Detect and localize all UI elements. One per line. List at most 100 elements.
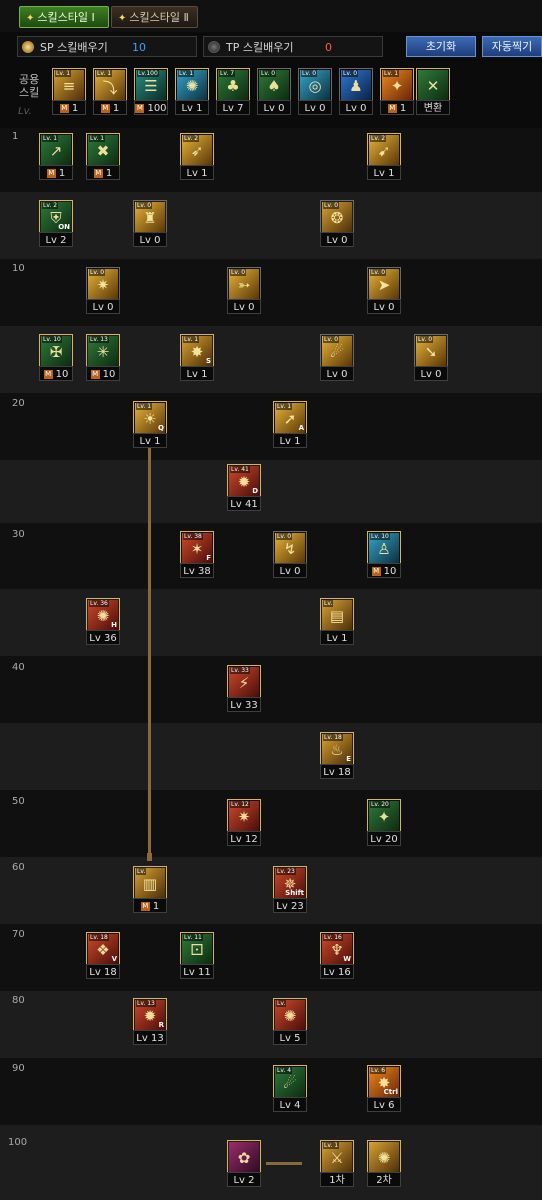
tp-points-value: 0 (325, 41, 332, 54)
level-row-band (0, 1058, 542, 1125)
skill-1[interactable]: ✖ Lv. 1 (86, 133, 120, 167)
reset-button[interactable]: 초기화 (406, 36, 476, 57)
skill-36[interactable]: ✿ (227, 1140, 261, 1174)
skill-level-caption: 변환 (416, 100, 450, 115)
skill-9[interactable]: ➤ Lv. 0 (367, 267, 401, 301)
sp-skill-learn-toggle[interactable]: SP 스킬배우기 10 (17, 36, 197, 57)
skill-10[interactable]: ✠ Lv. 10 (39, 334, 73, 368)
skill-level-caption: Lv 0 (257, 100, 291, 115)
skill-required-level: Lv. 1 (136, 403, 153, 410)
common-skill-3[interactable]: ✺ Lv. 1 (175, 68, 209, 102)
skill-glyph-icon: ✦ (377, 808, 391, 826)
common-skill-8[interactable]: ✦ Lv. 1 (380, 68, 414, 102)
skill-hotkey: H (111, 621, 117, 629)
skill-8[interactable]: ➳ Lv. 0 (227, 267, 261, 301)
skill-35[interactable]: ✸ Lv. 6 Ctrl (367, 1065, 401, 1099)
common-skill-2[interactable]: ☰ Lv.100 (134, 68, 168, 102)
level-row-band (0, 259, 542, 326)
skill-level-caption: Lv 0 (414, 366, 448, 381)
skill-hotkey: Shift (285, 889, 304, 897)
common-skill-7[interactable]: ♟ Lv. 0 (339, 68, 373, 102)
skill-0[interactable]: ↗ Lv. 1 (39, 133, 73, 167)
skill-hotkey: E (346, 755, 351, 763)
common-skill-9[interactable]: ✕ (416, 68, 450, 102)
common-skill-0[interactable]: ≡ Lv. 1 (52, 68, 86, 102)
skill-7[interactable]: ✷ Lv. 0 (86, 267, 120, 301)
common-skill-4[interactable]: ♣ Lv. 7 (216, 68, 250, 102)
skill-required-level: Lv. 0 (260, 70, 277, 77)
skill-3[interactable]: ➹ Lv. 2 (367, 133, 401, 167)
skill-15[interactable]: ☀ Lv. 1Q (133, 401, 167, 435)
skill-glyph-icon: ♟ (349, 77, 363, 95)
skill-14[interactable]: ➘ Lv. 0 (414, 334, 448, 368)
skill-level-caption: 1차 (320, 1172, 354, 1187)
skill-34[interactable]: ☄ Lv. 4 (273, 1065, 307, 1099)
skill-25[interactable]: ✷ Lv. 12 (227, 799, 261, 833)
tab-skill-style-2[interactable]: ✦ 스킬스타일 Ⅱ (111, 6, 198, 28)
skill-5[interactable]: ♜ Lv. 0 (133, 200, 167, 234)
skill-glyph-icon: ✺ (377, 1149, 391, 1167)
skill-19[interactable]: ↯ Lv. 0 (273, 531, 307, 565)
tab-label: 스킬스타일 Ⅱ (129, 11, 189, 24)
skill-11[interactable]: ✳ Lv. 13 (86, 334, 120, 368)
skill-12[interactable]: ✸ Lv. 1S (180, 334, 214, 368)
skill-glyph-icon: ✳ (96, 343, 110, 361)
skill-6[interactable]: ❂ Lv. 0 (320, 200, 354, 234)
skill-required-level: Lv. 6 (370, 1067, 387, 1074)
skill-required-level: Lv. 1 (55, 70, 72, 77)
skill-level-caption: Lv 18 (86, 964, 120, 979)
skill-17[interactable]: ✹ Lv. 41 D (227, 464, 261, 498)
skill-24[interactable]: ♨ Lv. 18 E (320, 732, 354, 766)
skill-required-level: Lv. 0 (323, 202, 340, 209)
skill-30[interactable]: ⚀ Lv. 11 (180, 932, 214, 966)
skill-level-caption: Lv 36 (86, 630, 120, 645)
level-row-band (0, 192, 542, 259)
common-skill-6[interactable]: ◎ Lv. 0 (298, 68, 332, 102)
skill-23[interactable]: ⚡ Lv. 33 (227, 665, 261, 699)
tp-skill-learn-toggle[interactable]: TP 스킬배우기 0 (203, 36, 383, 57)
skill-glyph-icon: ☰ (144, 77, 158, 95)
radio-icon[interactable] (22, 41, 34, 53)
skill-29[interactable]: ❖ Lv. 18 V (86, 932, 120, 966)
skill-4[interactable]: ⛨ Lv. 2 ON (39, 200, 73, 234)
skill-level-caption: Lv 11 (180, 964, 214, 979)
skill-level-caption: Lv 0 (320, 232, 354, 247)
common-skill-1[interactable]: ⤵ Lv. 1 (93, 68, 127, 102)
skill-26[interactable]: ✦ Lv. 20 (367, 799, 401, 833)
skill-20[interactable]: ♙ Lv. 10 (367, 531, 401, 565)
skill-required-level: Lv. 1 (183, 336, 200, 343)
radio-icon[interactable] (208, 41, 220, 53)
skill-required-level: Lv. 2 (183, 135, 200, 142)
skill-required-level: Lv. 10 (370, 533, 390, 540)
skill-glyph-icon: ➳ (237, 276, 251, 294)
skill-27[interactable]: ▥ Lv. (133, 866, 167, 900)
skill-21[interactable]: ✺ Lv. 36 H (86, 598, 120, 632)
skill-2[interactable]: ➶ Lv. 2 (180, 133, 214, 167)
skill-37[interactable]: ⚔ Lv. 1 (320, 1140, 354, 1174)
master-icon: M (140, 902, 150, 911)
common-skill-5[interactable]: ♠ Lv. 0 (257, 68, 291, 102)
skill-18[interactable]: ✶ Lv. 38 F (180, 531, 214, 565)
skill-13[interactable]: ☄ Lv. 0 (320, 334, 354, 368)
skill-31[interactable]: ♆ Lv. 16 W (320, 932, 354, 966)
skill-level-caption: Lv 16 (320, 964, 354, 979)
skill-28[interactable]: ✵ Lv. 23 Shift (273, 866, 307, 900)
auto-assign-button[interactable]: 자동찍기 (482, 36, 542, 57)
skill-required-level: Lv. 0 (230, 269, 247, 276)
sparkle-icon: ✦ (118, 13, 127, 24)
level-row-label: 10 (12, 263, 25, 274)
skill-22[interactable]: ▤ Lv. (320, 598, 354, 632)
tab-skill-style-1[interactable]: ✦ 스킬스타일 Ⅰ (19, 6, 109, 28)
skill-glyph-icon: ✦ (390, 77, 404, 95)
lv-marker: Lv. (18, 106, 32, 117)
level-row-band (0, 326, 542, 393)
skill-32[interactable]: ✹ Lv. 13 R (133, 998, 167, 1032)
skill-glyph-icon: ≡ (62, 77, 76, 95)
skill-16[interactable]: ➚ Lv. 1A (273, 401, 307, 435)
skill-33[interactable]: ✺ Lv. (273, 998, 307, 1032)
skill-38[interactable]: ✺ (367, 1140, 401, 1174)
skill-link-connector (266, 1162, 302, 1165)
skill-required-level: Lv. 38 (183, 533, 203, 540)
skill-glyph-icon: ⚀ (190, 941, 204, 959)
skill-glyph-icon: ✖ (96, 142, 110, 160)
